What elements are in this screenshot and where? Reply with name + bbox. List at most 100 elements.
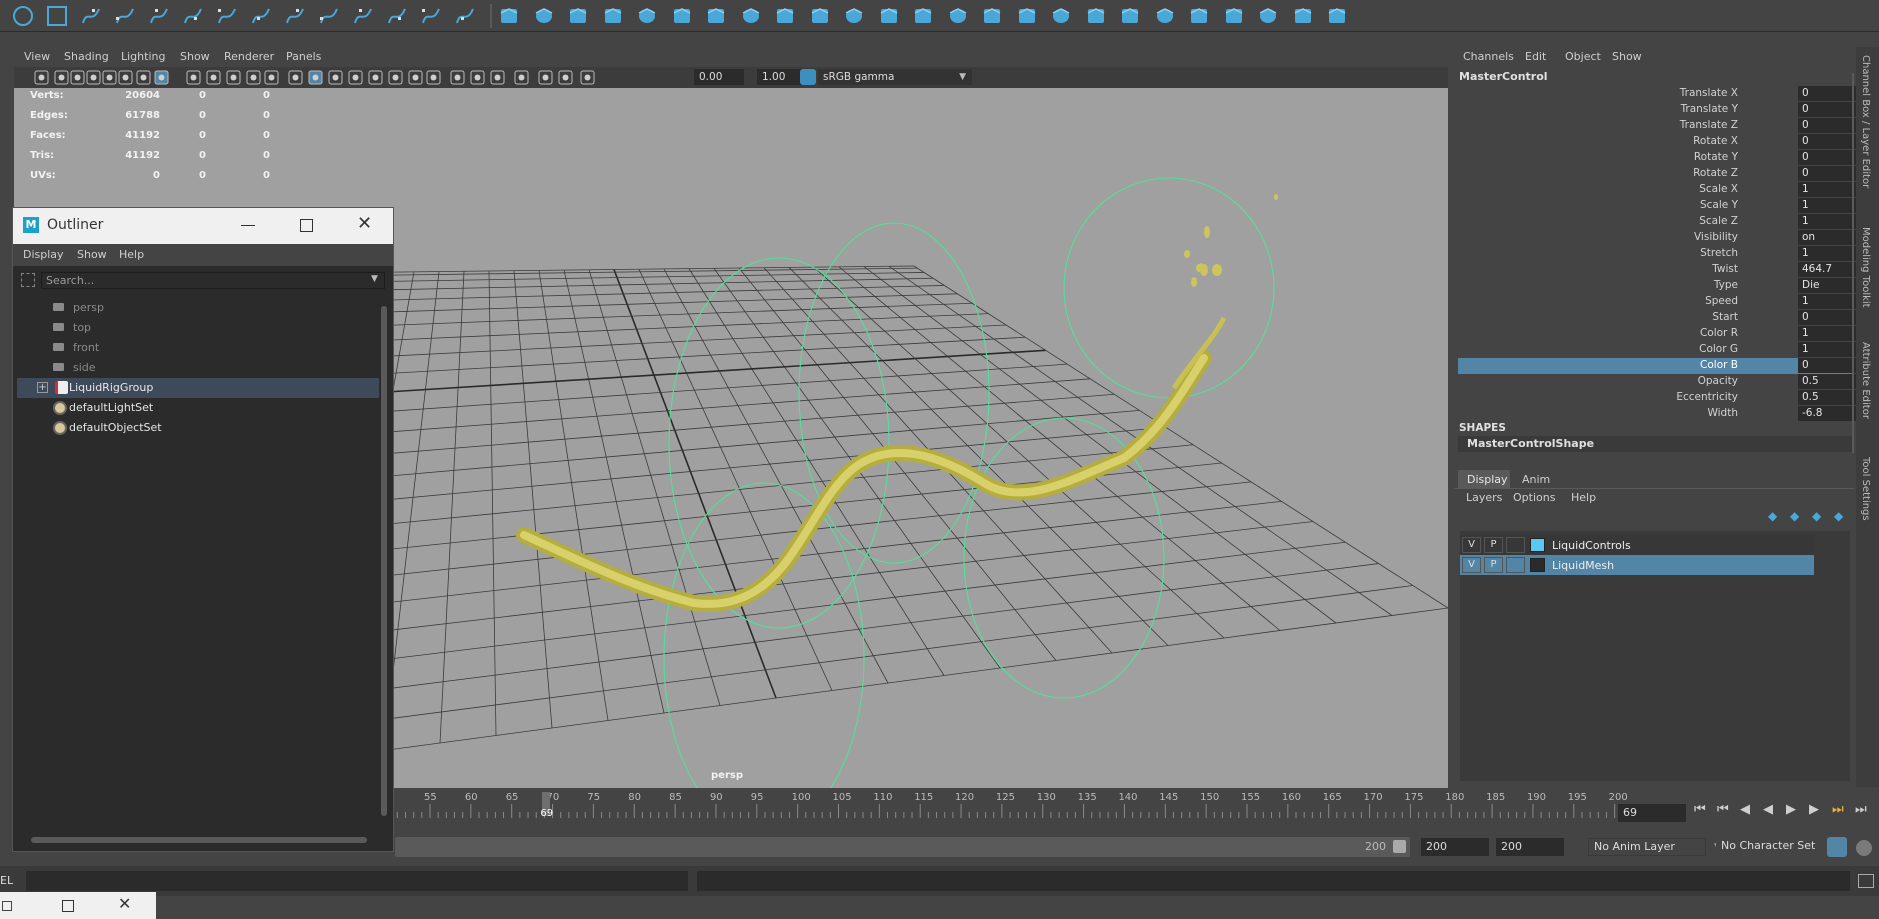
menu-help[interactable]: Help (119, 248, 144, 261)
grid-icon[interactable] (154, 70, 169, 85)
channel-value[interactable]: 464.7 (1798, 262, 1856, 277)
menu-show[interactable]: Show (77, 248, 107, 261)
next-frame-icon[interactable]: ▶ (1809, 802, 1819, 817)
new-empty-layer-icon[interactable]: ◆ (1812, 509, 1821, 523)
channel-row[interactable]: Scale Z 1 (1458, 214, 1856, 230)
smooth-shade-icon[interactable] (308, 70, 323, 85)
menu-layers[interactable]: Layers (1466, 491, 1502, 504)
channel-row[interactable]: Visibility on (1458, 230, 1856, 246)
channel-value[interactable]: 0 (1798, 134, 1856, 149)
filter-icon[interactable] (21, 273, 35, 287)
channel-value[interactable]: 1 (1798, 214, 1856, 229)
channel-row[interactable]: Opacity 0.5 (1458, 374, 1856, 390)
wireframe-icon[interactable] (288, 70, 303, 85)
outliner-item[interactable]: front (17, 338, 381, 358)
maximize-icon[interactable] (300, 219, 313, 232)
anti-alias-icon[interactable] (450, 70, 465, 85)
channel-value[interactable]: -6.8 (1798, 406, 1856, 421)
menu-shading[interactable]: Shading (64, 50, 109, 63)
tab-tool-settings[interactable]: Tool Settings (1860, 457, 1871, 521)
script-editor-icon[interactable] (1858, 874, 1874, 888)
liquid-mesh[interactable] (516, 194, 1278, 612)
channel-row[interactable]: Color G 1 (1458, 342, 1856, 358)
menu-edit[interactable]: Edit (1525, 50, 1546, 63)
last-frame-icon[interactable]: ⏭ (1855, 802, 1867, 817)
channel-row[interactable]: Rotate Y 0 (1458, 150, 1856, 166)
channel-value[interactable]: 0 (1798, 310, 1856, 325)
cut-curve-icon[interactable] (420, 5, 442, 27)
layer-color-swatch[interactable] (1530, 538, 1545, 552)
channel-value[interactable]: 0 (1798, 358, 1856, 373)
torus-icon[interactable] (671, 5, 693, 27)
layer-visibility-toggle[interactable]: V (1462, 537, 1481, 553)
sweep-icon[interactable] (809, 5, 831, 27)
layer-playback-toggle[interactable]: P (1484, 557, 1503, 573)
channel-row[interactable]: Translate Z 0 (1458, 118, 1856, 134)
layer-display-type-toggle[interactable] (1506, 537, 1525, 553)
fill-hole-icon[interactable] (1050, 5, 1072, 27)
channel-value[interactable]: 0 (1798, 102, 1856, 117)
backface-icon[interactable] (558, 70, 573, 85)
image-plane-icon[interactable] (102, 70, 117, 85)
arc-tool-icon[interactable] (318, 5, 340, 27)
prefs-icon[interactable] (1856, 840, 1872, 856)
layer-color-swatch[interactable] (1530, 558, 1545, 572)
cube-icon[interactable] (533, 5, 555, 27)
channel-row[interactable]: Speed 1 (1458, 294, 1856, 310)
offset-curve-icon[interactable] (386, 5, 408, 27)
move-layer-down-icon[interactable]: ◆ (1790, 509, 1799, 523)
channel-value[interactable]: 1 (1798, 294, 1856, 309)
new-layer-from-selected-icon[interactable]: ◆ (1834, 509, 1843, 523)
brush-icon[interactable] (1292, 5, 1314, 27)
channel-row[interactable]: Translate Y 0 (1458, 102, 1856, 118)
field-chart-icon[interactable] (246, 70, 261, 85)
tab-display[interactable]: Display (1458, 470, 1510, 488)
bevel-icon[interactable] (912, 5, 934, 27)
multi-cut-icon[interactable] (1085, 5, 1107, 27)
channel-row[interactable]: Color B 0 (1458, 358, 1856, 374)
scrollbar[interactable] (1852, 73, 1854, 453)
cv-curve-icon[interactable] (80, 5, 102, 27)
layer-display-type-toggle[interactable] (1506, 557, 1525, 573)
channel-row[interactable]: Twist 464.7 (1458, 262, 1856, 278)
close-icon[interactable]: ✕ (118, 894, 131, 913)
range-slider[interactable]: 200 (395, 837, 1410, 857)
layer-row[interactable]: V P LiquidControls (1460, 535, 1814, 555)
resolution-gate-icon[interactable] (206, 70, 221, 85)
maximize-icon[interactable] (62, 900, 74, 912)
channel-row[interactable]: Translate X 0 (1458, 86, 1856, 102)
isolate-select-icon[interactable] (490, 70, 505, 85)
channel-value[interactable]: 1 (1798, 198, 1856, 213)
outliner-item[interactable]: side (17, 358, 381, 378)
diamond-icon[interactable] (636, 5, 658, 27)
channel-row[interactable]: Stretch 1 (1458, 246, 1856, 262)
square-curve-icon[interactable] (46, 5, 68, 27)
chevron-down-icon[interactable]: ▼ (371, 274, 378, 284)
curve-intersect-icon[interactable] (216, 5, 238, 27)
channel-row[interactable]: Rotate Z 0 (1458, 166, 1856, 182)
lock-camera-icon[interactable] (54, 70, 69, 85)
combine-icon[interactable] (947, 5, 969, 27)
xray-icon[interactable] (514, 70, 529, 85)
channel-value[interactable]: 1 (1798, 342, 1856, 357)
bezier-curve-icon[interactable] (182, 5, 204, 27)
restore-icon[interactable] (2, 901, 12, 911)
channel-row[interactable]: Eccentricity 0.5 (1458, 390, 1856, 406)
curve-tool-icon[interactable] (250, 5, 272, 27)
xray-joints-icon[interactable] (538, 70, 553, 85)
menu-show[interactable]: Show (180, 50, 210, 63)
play-forward-icon[interactable]: ▶ (1786, 802, 1796, 817)
pencil-curve-icon[interactable] (114, 5, 136, 27)
exposure-field[interactable]: 0.00 (694, 69, 744, 85)
channel-value[interactable]: Die (1798, 278, 1856, 293)
channel-value[interactable]: 1 (1798, 246, 1856, 261)
menu-help[interactable]: Help (1571, 491, 1596, 504)
quad-draw-icon[interactable] (1223, 5, 1245, 27)
gate-mask-icon[interactable] (226, 70, 241, 85)
screen-space-ao-icon[interactable] (408, 70, 423, 85)
channel-row[interactable]: Scale Y 1 (1458, 198, 1856, 214)
menu-panels[interactable]: Panels (286, 50, 321, 63)
current-frame-field[interactable]: 69 (1618, 804, 1686, 822)
lights-icon[interactable] (368, 70, 383, 85)
gear-icon[interactable] (774, 5, 796, 27)
